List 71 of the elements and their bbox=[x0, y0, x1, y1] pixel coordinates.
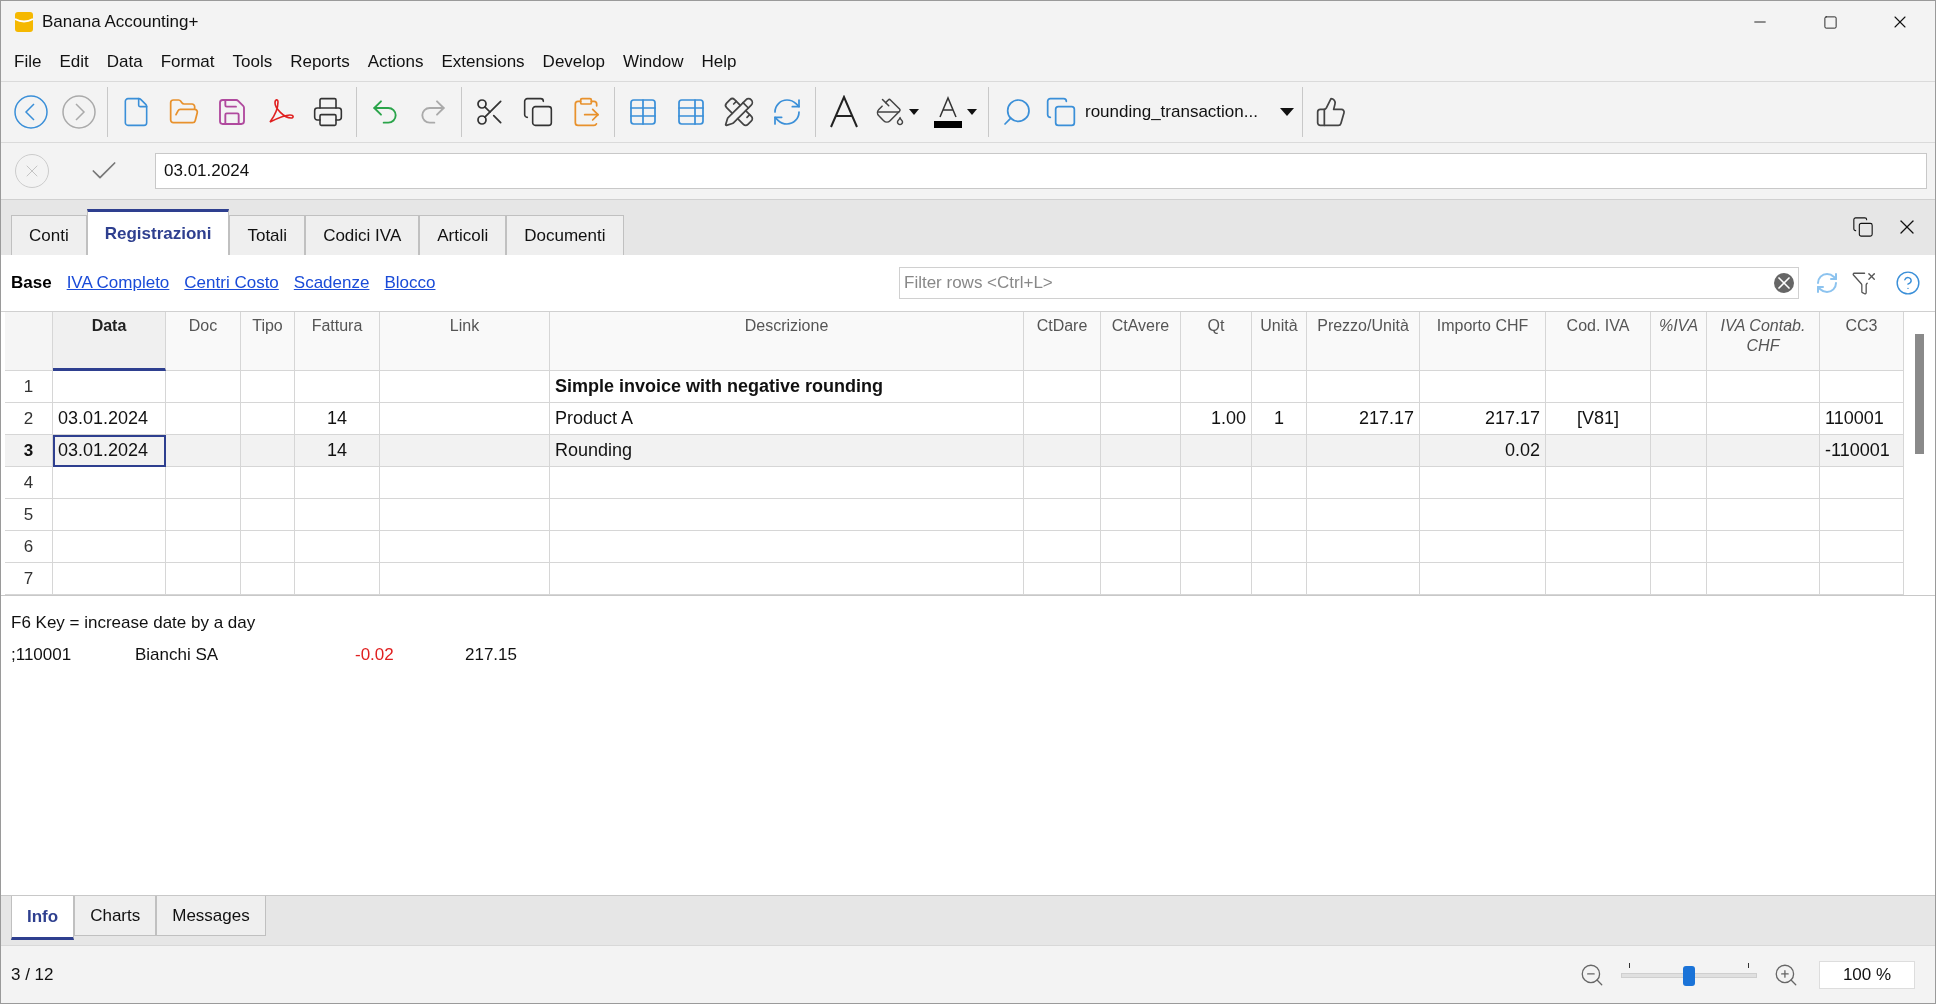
help-icon[interactable] bbox=[1895, 270, 1921, 296]
table-row[interactable]: 2 03.01.2024 14 Product A 1.00 1 217.17 217.17 [V81] 110001 bbox=[5, 403, 1904, 435]
cell-edit-field[interactable]: 03.01.2024 bbox=[155, 153, 1927, 189]
zoom-level: 100 % bbox=[1819, 960, 1915, 989]
view-link[interactable]: Scadenze bbox=[293, 270, 370, 296]
table-row[interactable]: 3 03.01.2024 14 Rounding 0.02 -110001 bbox=[5, 435, 1904, 467]
menu-item[interactable]: Data bbox=[97, 49, 152, 75]
column-header[interactable]: %IVA bbox=[1651, 312, 1707, 371]
panel-tab[interactable]: Messages bbox=[156, 896, 266, 936]
windows-icon bbox=[1045, 96, 1077, 128]
column-header[interactable]: Tipo bbox=[241, 312, 295, 371]
menu-item[interactable]: Format bbox=[151, 49, 224, 75]
column-header[interactable]: CtDare bbox=[1024, 312, 1101, 371]
zoom-slider-thumb[interactable] bbox=[1683, 965, 1695, 986]
menu-item[interactable]: Edit bbox=[50, 49, 98, 75]
table-row[interactable]: 5 bbox=[5, 499, 1904, 531]
tab[interactable]: Articoli bbox=[419, 215, 507, 255]
balance: 217.15 bbox=[465, 643, 517, 666]
column-header[interactable]: CtAvere bbox=[1101, 312, 1181, 371]
filter-field[interactable]: Filter rows <Ctrl+L> bbox=[899, 267, 1799, 299]
table-cell: 03.01.2024 bbox=[53, 403, 166, 435]
file-selector[interactable]: rounding_transaction... bbox=[1041, 88, 1298, 136]
menu-item[interactable]: Reports bbox=[281, 49, 359, 75]
column-header[interactable]: Qt bbox=[1181, 312, 1252, 371]
zoom-slider[interactable] bbox=[1621, 962, 1757, 987]
menu-item[interactable]: Window bbox=[614, 49, 693, 75]
panel-tab[interactable]: Info bbox=[11, 896, 75, 940]
window-title: Banana Accounting+ bbox=[42, 11, 199, 34]
column-header[interactable]: Fattura bbox=[295, 312, 380, 371]
caret-icon bbox=[1279, 108, 1294, 116]
panel-tab[interactable]: Charts bbox=[74, 896, 157, 936]
column-header[interactable]: Descrizione bbox=[550, 312, 1024, 371]
column-header[interactable]: Data bbox=[53, 312, 166, 371]
account-number: ;110001 bbox=[11, 643, 73, 666]
column-header[interactable]: Doc bbox=[166, 312, 241, 371]
view-link[interactable]: Base bbox=[11, 270, 52, 296]
column-header[interactable]: CC3 bbox=[1820, 312, 1904, 371]
column-header[interactable]: IVA Contab. CHF bbox=[1707, 312, 1820, 371]
tab[interactable]: Codici IVA bbox=[305, 215, 420, 255]
tab[interactable]: Totali bbox=[229, 215, 306, 255]
menu-item[interactable]: Tools bbox=[223, 49, 282, 75]
view-link[interactable]: Blocco bbox=[384, 270, 436, 296]
clear-filter-icon[interactable] bbox=[1774, 273, 1794, 293]
menu-item[interactable]: Extensions bbox=[432, 49, 534, 75]
view-link[interactable]: IVA Completo bbox=[66, 270, 170, 296]
column-header[interactable]: Unità bbox=[1252, 312, 1307, 371]
table-row[interactable]: 4 bbox=[5, 467, 1904, 499]
account-name: Bianchi SA bbox=[135, 643, 220, 666]
column-header[interactable]: Cod. IVA bbox=[1546, 312, 1651, 371]
amount: -0.02 bbox=[355, 643, 395, 666]
tab[interactable]: Conti bbox=[11, 215, 87, 255]
tab[interactable]: Registrazioni bbox=[86, 209, 230, 255]
column-header[interactable]: Prezzo/Unità bbox=[1307, 312, 1420, 371]
maximize-icon[interactable] bbox=[1822, 14, 1838, 30]
scrollbar-thumb[interactable] bbox=[1915, 334, 1924, 454]
column-header[interactable]: Importo CHF bbox=[1420, 312, 1546, 371]
menu-item[interactable]: File bbox=[5, 49, 51, 75]
table-row[interactable]: 1 Simple invoice with negative rounding bbox=[5, 371, 1904, 403]
table-row[interactable]: 7 bbox=[5, 563, 1904, 595]
table-row[interactable]: 6 bbox=[5, 531, 1904, 563]
menu-item[interactable]: Help bbox=[692, 49, 746, 75]
menu-item[interactable]: Actions bbox=[358, 49, 433, 75]
app-logo-icon bbox=[14, 11, 34, 33]
table-cell: 03.01.2024 bbox=[53, 435, 166, 467]
menu-item[interactable]: Develop bbox=[533, 49, 614, 75]
filter-icon[interactable] bbox=[1851, 270, 1877, 296]
view-link[interactable]: Centri Costo bbox=[184, 270, 279, 296]
column-header[interactable]: Link bbox=[380, 312, 550, 371]
record-position: 3 / 12 bbox=[11, 963, 54, 986]
tab[interactable]: Documenti bbox=[506, 215, 624, 255]
info-hint: F6 Key = increase date by a day bbox=[11, 612, 257, 634]
